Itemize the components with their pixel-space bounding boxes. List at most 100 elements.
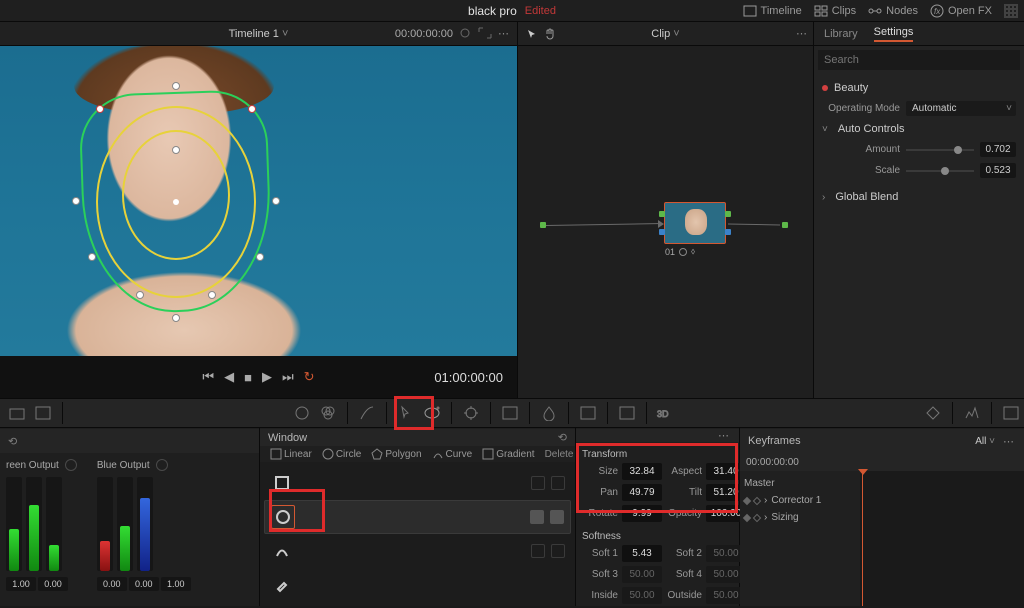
loop-button[interactable]: ↻ (304, 369, 315, 385)
keyframe-track-master[interactable]: Master (744, 475, 856, 492)
blue-reset-icon[interactable] (156, 459, 168, 471)
keyframe-playhead[interactable] (862, 471, 863, 606)
nodes-layout-button[interactable]: Nodes (868, 5, 918, 17)
keyframe-track-corrector1[interactable]: ›Corrector 1 (744, 492, 856, 509)
blue-val-3[interactable]: 1.00 (161, 577, 191, 591)
blur-palette-icon[interactable] (536, 402, 562, 424)
green-val-2[interactable]: 0.00 (38, 577, 68, 591)
settings-tab[interactable]: Settings (874, 26, 914, 42)
timeline-name-dropdown[interactable]: Timeline 1 (229, 28, 289, 40)
scale-value[interactable]: 0.523 (980, 163, 1016, 178)
scale-slider[interactable] (906, 170, 974, 172)
node-alpha-in[interactable] (659, 229, 665, 235)
blue-val-1[interactable]: 0.00 (97, 577, 127, 591)
window-delete-button[interactable]: Delete (541, 447, 578, 462)
soft4-label: Soft 4 (666, 569, 702, 580)
clip-dropdown[interactable]: Clip (651, 28, 679, 40)
window-item-curve[interactable] (264, 534, 571, 568)
hand-tool-icon[interactable] (544, 28, 556, 40)
operating-mode-dropdown[interactable]: Automatic (906, 101, 1016, 116)
first-frame-button[interactable]: ⏮ (202, 369, 214, 385)
window-mask-icon[interactable] (530, 510, 544, 524)
viewer-timecode[interactable]: 01:00:00:00 (434, 370, 503, 385)
viewer-options-icon[interactable]: ⋯ (498, 27, 511, 40)
color-wheels-palette-icon[interactable] (289, 402, 315, 424)
global-blend-heading[interactable]: Global Blend (835, 191, 898, 203)
keyframes-all-dropdown[interactable]: All (975, 436, 995, 447)
node-graph[interactable]: 01⬨ (518, 46, 814, 398)
library-tab[interactable]: Library (824, 28, 858, 40)
transform-options-icon[interactable]: ⋯ (718, 429, 731, 442)
sizing-palette-icon[interactable] (614, 402, 640, 424)
annotation-window-palette (394, 396, 434, 430)
keyframe-track-sizing[interactable]: ›Sizing (744, 509, 856, 526)
node-rgb-in[interactable] (659, 211, 665, 217)
green-reset-icon[interactable] (65, 459, 77, 471)
window-mask-icon[interactable] (531, 476, 545, 490)
play-button[interactable]: ▶ (262, 369, 272, 385)
window-invert-icon[interactable] (551, 544, 565, 558)
window-linear-tool[interactable]: Linear (266, 446, 316, 462)
window-circle-tool[interactable]: Circle (318, 446, 366, 462)
step-back-button[interactable]: ◀ (224, 369, 234, 385)
color-checker-palette-icon[interactable] (30, 402, 56, 424)
node-view-options-icon[interactable]: ⋯ (796, 27, 807, 40)
window-item-picker[interactable] (264, 568, 571, 602)
blue-val-2[interactable]: 0.00 (129, 577, 159, 591)
inspector-search-input[interactable] (818, 50, 1020, 70)
window-polygon-tool[interactable]: Polygon (367, 446, 425, 462)
curves-palette-icon[interactable] (354, 402, 380, 424)
expand-icon[interactable] (478, 27, 492, 39)
viewer-image[interactable] (0, 46, 517, 356)
viewer-source-timecode: 00:00:00:00 (395, 28, 453, 40)
info-palette-icon[interactable] (998, 402, 1024, 424)
scopes-palette-icon[interactable] (959, 402, 985, 424)
effect-enable-dot[interactable] (822, 85, 828, 91)
auto-controls-heading[interactable]: Auto Controls (838, 123, 905, 135)
window-invert-icon[interactable] (551, 476, 565, 490)
amount-value[interactable]: 0.702 (980, 142, 1016, 157)
amount-slider[interactable] (906, 149, 974, 151)
pointer-tool-icon[interactable] (526, 28, 538, 40)
last-frame-button[interactable]: ⏭ (282, 369, 294, 385)
workspace-grid-icon[interactable] (1004, 4, 1018, 18)
window-curve-tool[interactable]: Curve (428, 446, 477, 462)
custom-curves-panel: ⟲ reen Output 1.00 0.00 Blue Output (0, 399, 260, 606)
window-reset-icon[interactable]: ⟲ (558, 431, 567, 444)
tracking-palette-icon[interactable] (458, 402, 484, 424)
soft1-value[interactable]: 5.43 (622, 545, 662, 562)
node-alpha-out[interactable] (725, 229, 731, 235)
keyframes-options-icon[interactable]: ⋯ (1003, 435, 1016, 448)
blue-slider-1[interactable] (97, 477, 113, 571)
green-slider-2[interactable] (26, 477, 42, 571)
corrector-node[interactable]: 01⬨ (664, 202, 726, 244)
openfx-button[interactable]: fxOpen FX (930, 4, 992, 18)
camera-raw-palette-icon[interactable] (4, 402, 30, 424)
project-name: black pro (468, 4, 517, 18)
key-palette-icon[interactable] (575, 402, 601, 424)
timeline-layout-button[interactable]: Timeline (743, 5, 802, 17)
clips-layout-button[interactable]: Clips (814, 5, 856, 17)
keyframe-timeline[interactable] (860, 471, 1024, 606)
node-rgb-out[interactable] (725, 211, 731, 217)
stop-button[interactable]: ■ (244, 370, 252, 385)
svg-text:fx: fx (934, 7, 941, 16)
blue-slider-3[interactable] (137, 477, 153, 571)
3d-palette-icon[interactable]: 3D (653, 402, 679, 424)
green-slider-1[interactable] (6, 477, 22, 571)
green-slider-3[interactable] (46, 477, 62, 571)
svg-text:3D: 3D (657, 409, 669, 419)
panel-reset-icon[interactable]: ⟲ (8, 435, 17, 448)
green-val-1[interactable]: 1.00 (6, 577, 36, 591)
rgb-mixer-palette-icon[interactable] (315, 402, 341, 424)
autocolor-icon[interactable] (458, 27, 472, 39)
keyframe-palette-icon[interactable] (920, 402, 946, 424)
magic-mask-palette-icon[interactable] (497, 402, 523, 424)
annotation-circle-item (269, 489, 325, 532)
blue-slider-2[interactable] (117, 477, 133, 571)
window-gradient-tool[interactable]: Gradient (478, 446, 538, 462)
window-mask-icon[interactable] (531, 544, 545, 558)
graph-output-port[interactable] (782, 222, 788, 228)
window-invert-icon[interactable] (550, 510, 564, 524)
inspector-panel: Beauty Operating Mode Automatic ˅Auto Co… (814, 46, 1024, 398)
